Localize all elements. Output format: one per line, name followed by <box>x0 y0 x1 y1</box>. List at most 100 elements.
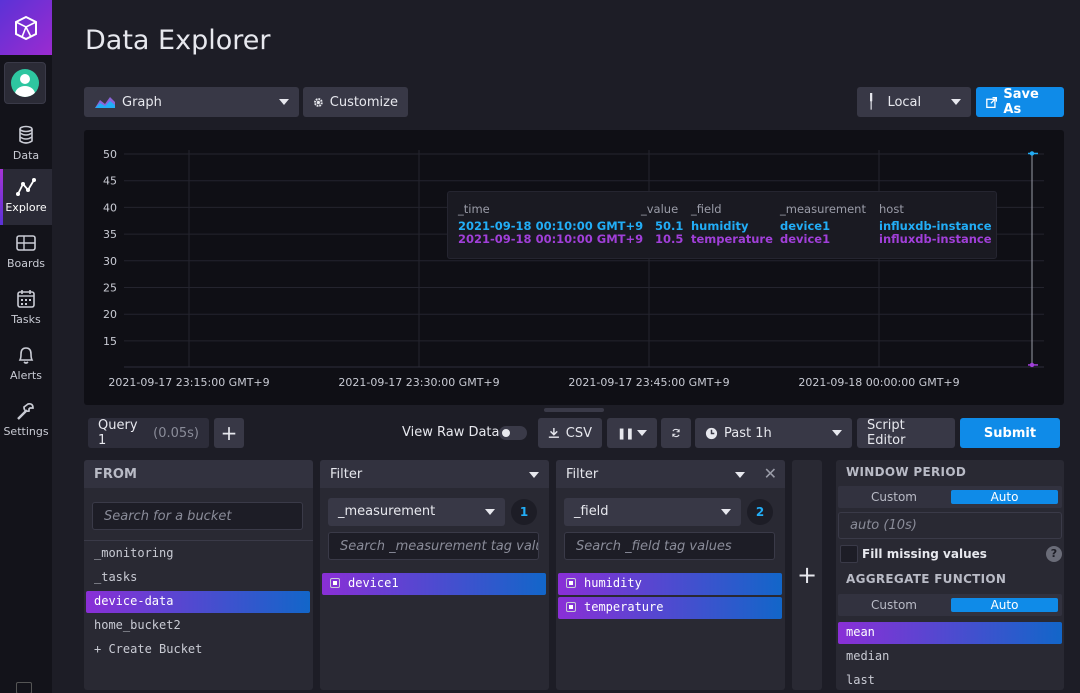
fill-missing-checkbox[interactable] <box>840 545 858 563</box>
save-as-button[interactable]: Save As <box>976 87 1064 117</box>
y-tick-label: 45 <box>103 175 117 188</box>
tag-value-item[interactable]: device1 <box>322 573 546 595</box>
submit-button[interactable]: Submit <box>960 418 1060 448</box>
time-range-label: Past 1h <box>724 425 772 441</box>
window-custom-option[interactable]: Custom <box>840 488 948 506</box>
from-panel: FROM Search for a bucket _monitoring _ta… <box>84 460 313 690</box>
download-icon <box>548 427 559 438</box>
measurement-search-input[interactable]: Search _measurement tag values <box>328 532 539 560</box>
nav-alerts-label: Alerts <box>10 369 42 382</box>
bell-icon <box>18 347 34 364</box>
script-editor-button[interactable]: Script Editor <box>857 418 955 448</box>
chevron-down-icon <box>485 509 495 515</box>
dashboard-icon <box>16 235 36 251</box>
x-tick-label: 2021-09-17 23:30:00 GMT+9 <box>338 376 499 389</box>
help-icon[interactable]: ? <box>1046 546 1062 562</box>
filter-panel-header[interactable]: Filter <box>320 460 549 488</box>
nav-tasks[interactable]: Tasks <box>0 281 52 337</box>
timezone-dropdown[interactable]: ╿ Local <box>857 87 971 117</box>
filter-key-dropdown[interactable]: _field <box>564 498 741 526</box>
chevron-down-icon <box>735 472 745 478</box>
graph-tooltip: _time _value _field _measurement host 20… <box>447 191 997 259</box>
selected-count-badge: 1 <box>511 499 537 525</box>
y-tick-label: 40 <box>103 201 117 214</box>
aggregate-custom-option[interactable]: Custom <box>840 596 948 614</box>
query-tab[interactable]: Query 1 (0.05s) <box>88 418 209 448</box>
tooltip-row-measurement: device1 <box>780 219 831 233</box>
clock-icon <box>705 427 718 439</box>
customize-label: Customize <box>329 94 398 110</box>
selected-count-badge: 2 <box>747 499 773 525</box>
view-raw-data-label: View Raw Data <box>402 425 500 440</box>
y-tick-label: 20 <box>103 308 117 321</box>
time-range-dropdown[interactable]: Past 1h <box>695 418 852 448</box>
aggregate-function-title: AGGREGATE FUNCTION <box>846 572 1007 586</box>
aggregate-function-item[interactable]: last <box>838 670 1062 692</box>
aggregate-auto-option[interactable]: Auto <box>951 598 1058 612</box>
tooltip-row-field: humidity <box>691 219 749 233</box>
filter-panel-field: Filter ✕ _field 2 Search _field tag valu… <box>556 460 785 690</box>
window-auto-option[interactable]: Auto <box>951 490 1058 504</box>
x-tick-label: 2021-09-18 00:00:00 GMT+9 <box>798 376 959 389</box>
tag-value-item[interactable]: humidity <box>558 573 782 595</box>
checkbox-icon <box>330 578 340 588</box>
tooltip-row-time: 2021-09-18 00:10:00 GMT+9 <box>458 219 644 233</box>
tooltip-row-time: 2021-09-18 00:10:00 GMT+9 <box>458 232 644 246</box>
checkbox-icon <box>566 602 576 612</box>
aggregate-function-item[interactable]: median <box>838 646 1062 668</box>
view-raw-data-toggle[interactable] <box>499 426 527 440</box>
pin-icon: ╿ <box>867 94 876 110</box>
tooltip-header-host: host <box>879 202 904 216</box>
chevron-down-icon <box>832 430 842 436</box>
create-bucket-button[interactable]: + Create Bucket <box>86 639 310 661</box>
bucket-item[interactable]: _tasks <box>86 567 310 589</box>
window-period-input[interactable]: auto (10s) <box>838 512 1062 539</box>
field-search-input[interactable]: Search _field tag values <box>564 532 775 560</box>
tooltip-row-measurement: device1 <box>780 232 831 246</box>
fill-missing-label: Fill missing values <box>862 547 987 561</box>
filter-panel-header[interactable]: Filter ✕ <box>556 460 785 488</box>
tooltip-row-host: influxdb-instance <box>879 219 992 233</box>
refresh-button[interactable] <box>661 418 691 448</box>
customize-button[interactable]: Customize <box>303 87 408 117</box>
submit-label: Submit <box>983 425 1037 441</box>
tooltip-header-field: _field <box>691 202 722 216</box>
nav-settings[interactable]: Settings <box>0 393 52 449</box>
plus-icon: + <box>796 561 818 589</box>
nav-alerts[interactable]: Alerts <box>0 337 52 393</box>
plus-icon: + <box>220 421 238 445</box>
tooltip-row-field: temperature <box>691 232 773 246</box>
bucket-item-selected[interactable]: device-data <box>86 591 310 613</box>
bucket-item[interactable]: home_bucket2 <box>86 615 310 637</box>
filter-key-dropdown[interactable]: _measurement <box>328 498 505 526</box>
graph-type-dropdown[interactable]: Graph <box>84 87 299 117</box>
graph-panel[interactable]: 50 45 40 35 30 25 20 15 2021-09-17 23:15:00 GMT+… <box>84 130 1064 405</box>
database-icon <box>19 125 33 144</box>
panel-resize-handle[interactable] <box>544 408 604 412</box>
tooltip-row-value: 10.5 <box>655 232 684 246</box>
aggregate-function-item-selected[interactable]: mean <box>838 622 1062 644</box>
nav-boards[interactable]: Boards <box>0 225 52 281</box>
chevron-down-icon <box>951 99 961 105</box>
nav-data[interactable]: Data <box>0 117 52 173</box>
tag-value-label: device1 <box>348 576 399 590</box>
influxdb-logo-icon <box>15 15 37 40</box>
graph-type-icon <box>95 97 115 108</box>
auto-refresh-dropdown[interactable]: ❚❚ <box>607 418 657 448</box>
user-avatar[interactable] <box>4 62 46 104</box>
tag-value-item[interactable]: temperature <box>558 597 782 619</box>
add-filter-button[interactable]: + <box>792 460 822 690</box>
page-title: Data Explorer <box>85 25 271 56</box>
add-query-button[interactable]: + <box>214 418 244 448</box>
csv-button[interactable]: CSV <box>538 418 602 448</box>
influxdb-logo[interactable] <box>0 0 52 55</box>
tooltip-row-host: influxdb-instance <box>879 232 992 246</box>
bucket-search-input[interactable]: Search for a bucket <box>92 502 303 530</box>
query-tab-name: Query 1 <box>98 418 138 448</box>
nav-boards-label: Boards <box>6 257 46 270</box>
x-tick-label: 2021-09-17 23:45:00 GMT+9 <box>568 376 729 389</box>
nav-explore[interactable]: Explore <box>0 169 52 225</box>
close-icon[interactable]: ✕ <box>764 464 777 483</box>
bucket-item[interactable]: _monitoring <box>86 543 310 565</box>
collapse-sidebar-icon[interactable] <box>16 682 32 693</box>
